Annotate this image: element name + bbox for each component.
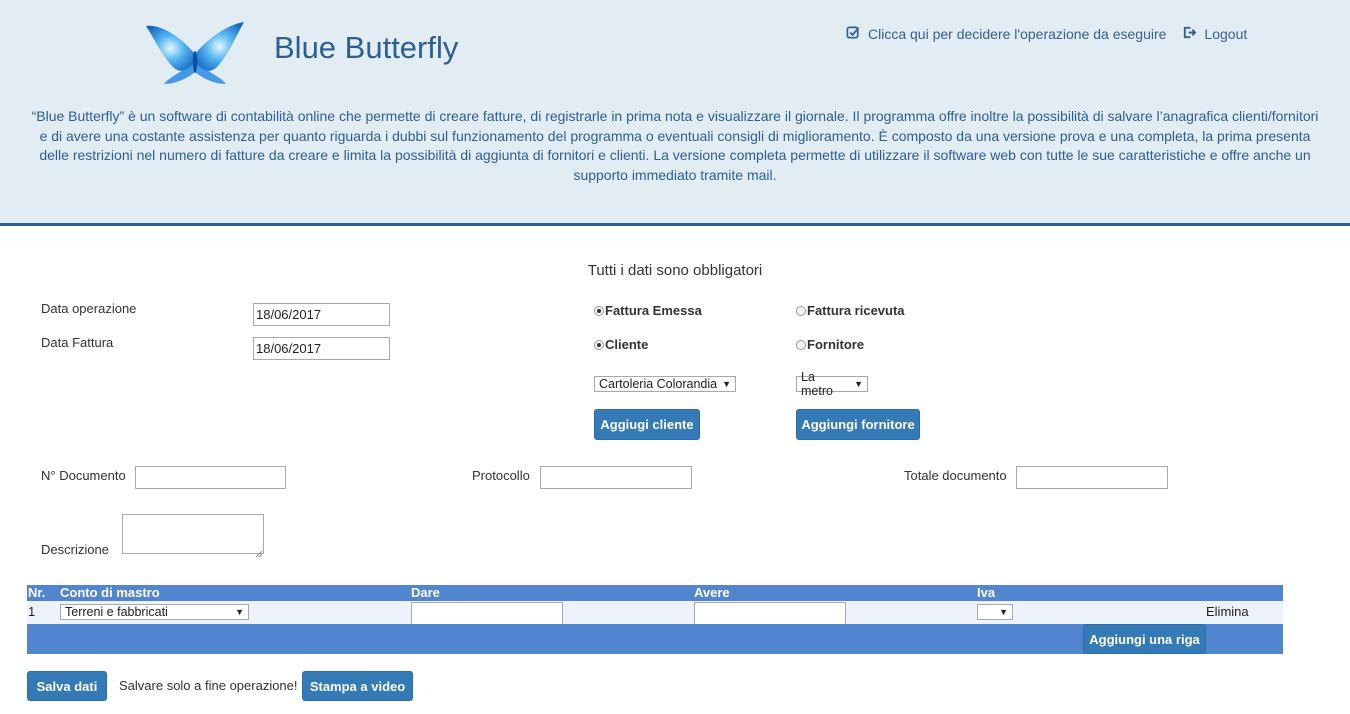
data-fattura-label: Data Fattura xyxy=(41,335,114,350)
protocollo-input[interactable] xyxy=(540,466,692,489)
intro-text: “Blue Butterfly” è un software di contab… xyxy=(31,108,1319,183)
radio-cliente[interactable]: Cliente xyxy=(594,337,648,352)
logout-icon xyxy=(1182,25,1197,43)
descrizione-textarea[interactable] xyxy=(122,514,264,554)
app-title: Blue Butterfly xyxy=(274,30,459,65)
data-operazione-input[interactable] xyxy=(253,303,390,326)
fornitore-select[interactable]: La metro ▼ xyxy=(796,370,868,398)
radio-fattura-emessa-label: Fattura Emessa xyxy=(605,303,702,318)
elimina-link[interactable]: Elimina xyxy=(1206,604,1249,619)
avere-input[interactable] xyxy=(694,602,846,625)
choose-operation-label: Clicca qui per decidere l'operazione da … xyxy=(868,26,1167,42)
dare-input[interactable] xyxy=(411,602,563,625)
column-header-avere: Avere xyxy=(694,585,730,600)
radio-dot-checked[interactable] xyxy=(594,305,604,316)
dropdown-arrow-icon: ▼ xyxy=(722,379,731,389)
n-documento-label: N° Documento xyxy=(41,468,126,483)
print-button[interactable]: Stampa a video xyxy=(302,671,413,701)
column-header-dare: Dare xyxy=(411,585,440,600)
n-documento-input[interactable] xyxy=(135,466,286,489)
butterfly-logo xyxy=(140,16,250,86)
protocollo-label: Protocollo xyxy=(472,468,530,483)
logout-link[interactable]: Logout xyxy=(1182,25,1247,43)
data-operazione-label: Data operazione xyxy=(41,301,137,316)
radio-fornitore[interactable]: Fornitore xyxy=(796,337,864,352)
conto-select[interactable]: Terreni e fabbricati ▼ xyxy=(60,604,249,620)
radio-fattura-ricevuta[interactable]: Fattura ricevuta xyxy=(796,303,905,318)
radio-cliente-label: Cliente xyxy=(605,337,649,352)
radio-fornitore-label: Fornitore xyxy=(807,337,865,352)
logout-label: Logout xyxy=(1204,26,1248,42)
mandatory-notice: Tutti i dati sono obbligatori xyxy=(587,262,763,279)
choose-operation-link[interactable]: Clicca qui per decidere l'operazione da … xyxy=(846,25,1166,43)
checkbox-edit-icon xyxy=(846,25,861,43)
save-button[interactable]: Salva dati xyxy=(27,671,107,701)
add-fornitore-button[interactable]: Aggiungi fornitore xyxy=(796,409,920,440)
totale-documento-input[interactable] xyxy=(1016,466,1168,489)
add-row-button[interactable]: Aggiungi una riga xyxy=(1083,624,1206,654)
iva-select[interactable]: ▼ xyxy=(977,604,1013,620)
descrizione-label: Descrizione xyxy=(41,542,109,557)
row-number: 1 xyxy=(28,604,36,619)
table-header: Nr. Conto di mastro Dare Avere Iva xyxy=(27,585,1283,601)
cliente-select[interactable]: Cartoleria Colorandia ▼ xyxy=(594,376,736,392)
radio-dot[interactable] xyxy=(796,305,806,316)
dropdown-arrow-icon: ▼ xyxy=(854,379,863,389)
dropdown-arrow-icon: ▼ xyxy=(235,607,244,617)
table-row: 1 Terreni e fabbricati ▼ ▼ Elimina xyxy=(27,601,1283,625)
radio-fattura-emessa[interactable]: Fattura Emessa xyxy=(594,303,702,318)
fornitore-select-value: La metro xyxy=(801,370,833,398)
column-header-iva: Iva xyxy=(977,585,996,600)
add-cliente-button[interactable]: Aggiugi cliente xyxy=(594,409,700,440)
resize-grip-icon[interactable] xyxy=(255,545,263,558)
column-header-conto: Conto di mastro xyxy=(60,585,160,600)
page-header: Blue Butterfly Clicca qui per decidere l… xyxy=(0,0,1350,226)
top-nav: Clicca qui per decidere l'operazione da … xyxy=(846,25,1247,43)
radio-fattura-ricevuta-label: Fattura ricevuta xyxy=(807,303,905,318)
save-note: Salvare solo a fine operazione! xyxy=(119,678,298,693)
cliente-select-value: Cartoleria Colorandia xyxy=(599,377,718,391)
totale-documento-label: Totale documento xyxy=(904,468,1007,483)
column-header-nr: Nr. xyxy=(28,585,46,600)
data-fattura-input[interactable] xyxy=(253,337,390,360)
dropdown-arrow-icon: ▼ xyxy=(999,607,1008,617)
radio-dot-checked[interactable] xyxy=(594,339,604,350)
radio-dot[interactable] xyxy=(796,339,806,350)
conto-select-value: Terreni e fabbricati xyxy=(65,605,168,619)
